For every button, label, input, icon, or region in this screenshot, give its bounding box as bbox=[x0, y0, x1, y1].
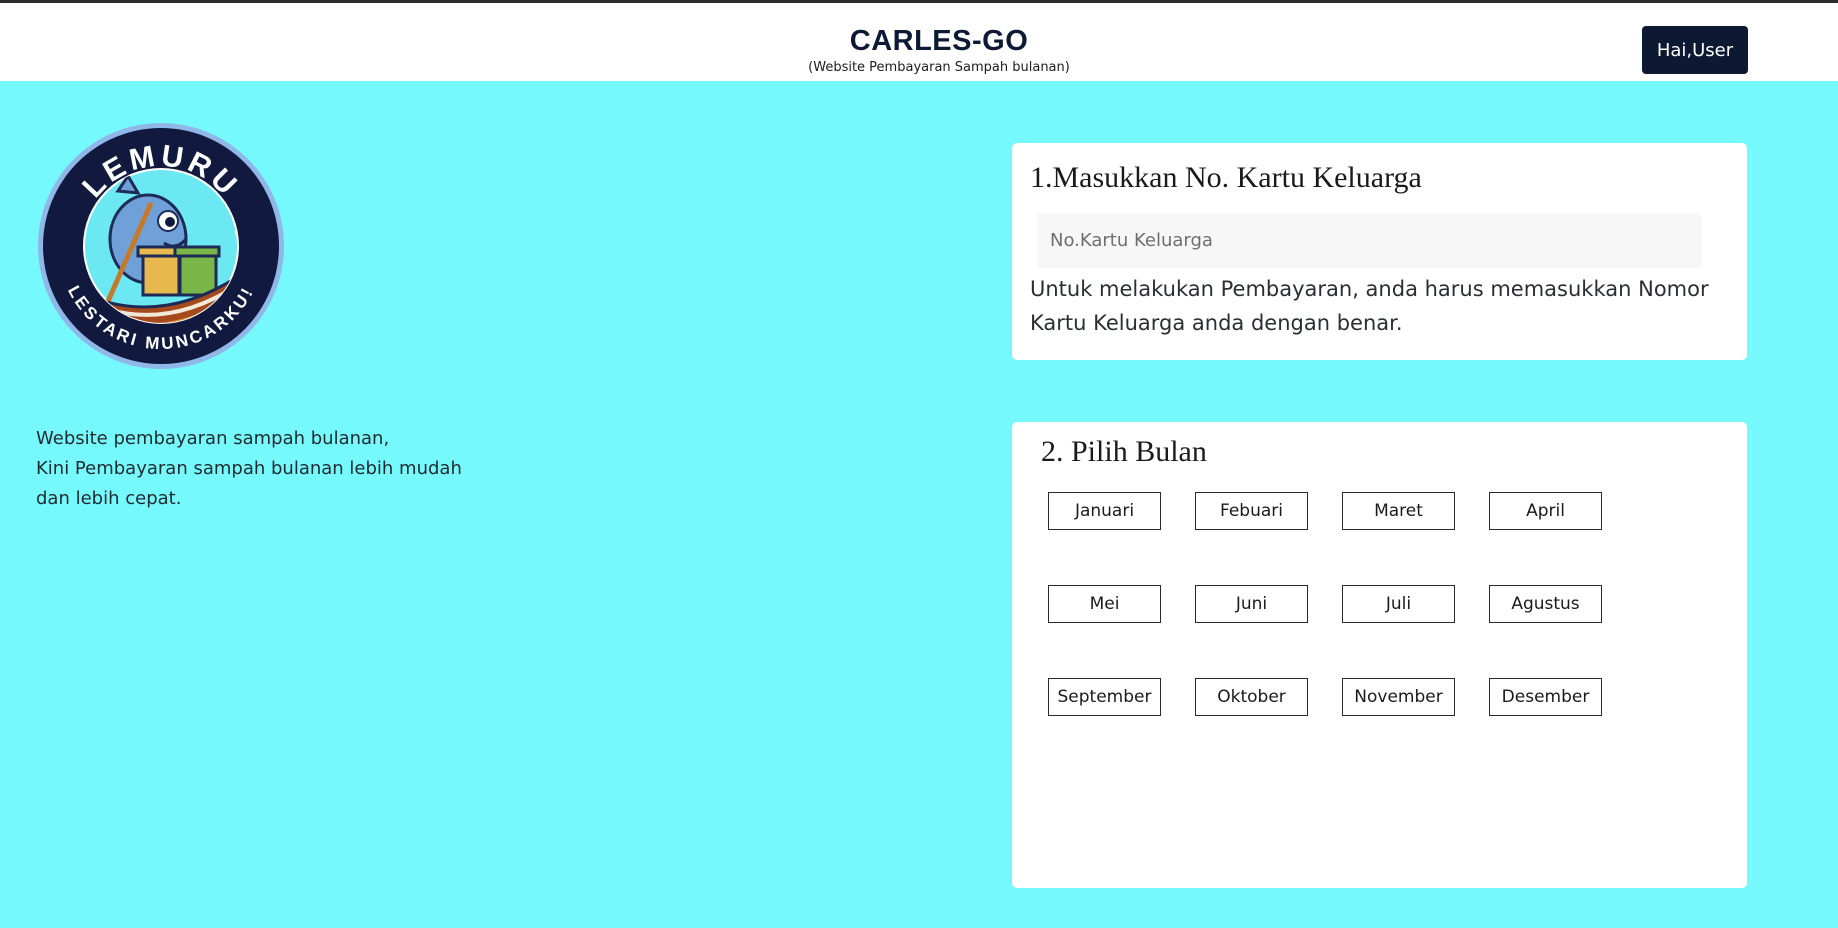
step1-title: 1.Masukkan No. Kartu Keluarga bbox=[1030, 161, 1422, 194]
month-button-april[interactable]: April bbox=[1489, 492, 1602, 530]
month-button-mei[interactable]: Mei bbox=[1048, 585, 1161, 623]
month-button-maret[interactable]: Maret bbox=[1342, 492, 1455, 530]
month-button-juni[interactable]: Juni bbox=[1195, 585, 1308, 623]
step2-title: 2. Pilih Bulan bbox=[1041, 435, 1207, 468]
month-button-febuari[interactable]: Febuari bbox=[1195, 492, 1308, 530]
family-card-number-input[interactable] bbox=[1037, 213, 1702, 268]
site-header: CARLES-GO (Website Pembayaran Sampah bul… bbox=[0, 3, 1838, 81]
site-title: CARLES-GO bbox=[849, 25, 1029, 57]
month-button-oktober[interactable]: Oktober bbox=[1195, 678, 1308, 716]
month-button-september[interactable]: September bbox=[1048, 678, 1161, 716]
brand: CARLES-GO (Website Pembayaran Sampah bul… bbox=[739, 24, 1139, 76]
user-greeting-button[interactable]: Hai,User bbox=[1642, 26, 1748, 74]
month-selection-panel: 2. Pilih Bulan Januari Febuari Maret Apr… bbox=[1012, 422, 1747, 888]
step1-instruction: Untuk melakukan Pembayaran, anda harus m… bbox=[1030, 277, 1709, 335]
month-button-agustus[interactable]: Agustus bbox=[1489, 585, 1602, 623]
month-button-juli[interactable]: Juli bbox=[1342, 585, 1455, 623]
month-button-november[interactable]: November bbox=[1342, 678, 1455, 716]
lemuru-logo: LEMURU LESTARI MUNCARKU! bbox=[36, 121, 286, 371]
month-button-desember[interactable]: Desember bbox=[1489, 678, 1602, 716]
intro-line: dan lebih cepat. bbox=[36, 488, 182, 509]
intro-text: Website pembayaran sampah bulanan, Kini … bbox=[36, 424, 506, 514]
site-subtitle: (Website Pembayaran Sampah bulanan) bbox=[808, 60, 1070, 75]
lemuru-logo-image: LEMURU LESTARI MUNCARKU! bbox=[38, 123, 284, 369]
family-card-number-panel: 1.Masukkan No. Kartu Keluarga Untuk mela… bbox=[1012, 143, 1747, 360]
intro-line: Kini Pembayaran sampah bulanan lebih mud… bbox=[36, 458, 462, 479]
intro-line: Website pembayaran sampah bulanan, bbox=[36, 428, 390, 449]
month-button-januari[interactable]: Januari bbox=[1048, 492, 1161, 530]
